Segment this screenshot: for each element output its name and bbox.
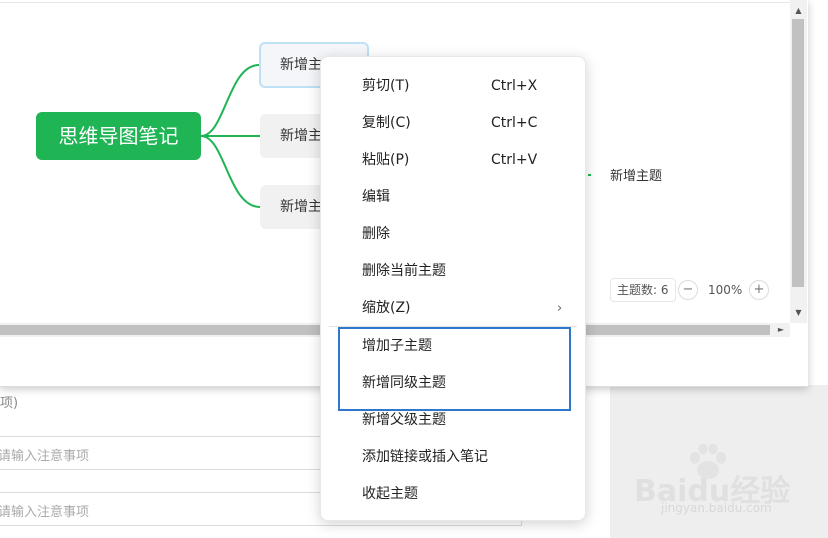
menu-item-zoom[interactable]: 缩放(Z) › (321, 290, 585, 327)
form-label: 项) (0, 396, 19, 411)
menu-item-shortcut: Ctrl+C (491, 115, 538, 131)
link-branch-3 (200, 135, 261, 208)
menu-item-shortcut: Ctrl+X (491, 78, 538, 94)
menu-item-paste[interactable]: 粘贴(P) Ctrl+V (321, 142, 585, 179)
zoom-level: 100% (708, 283, 743, 297)
annotation-highlight-box (338, 327, 571, 411)
menu-item-label: 缩放(Z) (362, 300, 411, 316)
menu-item-label: 删除 (362, 226, 390, 242)
watermark-url: jingyan.baidu.com (661, 501, 772, 515)
sub-topic-link (588, 174, 591, 176)
menu-item-copy[interactable]: 复制(C) Ctrl+C (321, 105, 585, 142)
vertical-scroll-thumb[interactable] (792, 19, 804, 287)
sub-topic[interactable]: 新增主题 (610, 165, 662, 184)
zoom-in-button[interactable]: + (749, 280, 769, 300)
menu-item-delete-current-topic[interactable]: 删除当前主题 (321, 253, 585, 290)
menu-item-edit[interactable]: 编辑 (321, 179, 585, 216)
menu-item-cut[interactable]: 剪切(T) Ctrl+X (321, 68, 585, 105)
topic-count-badge: 主题数: 6 (610, 278, 676, 302)
context-menu: 剪切(T) Ctrl+X 复制(C) Ctrl+C 粘贴(P) Ctrl+V 编… (320, 56, 586, 521)
menu-item-label: 收起主题 (362, 486, 418, 502)
scroll-right-icon[interactable]: ► (774, 323, 788, 337)
menu-item-delete[interactable]: 删除 (321, 216, 585, 253)
menu-item-label: 添加链接或插入笔记 (362, 449, 488, 465)
vertical-scrollbar[interactable]: ▲ ▼ (790, 0, 807, 323)
menu-item-label: 新增父级主题 (362, 412, 446, 428)
menu-item-collapse-topic[interactable]: 收起主题 (321, 476, 585, 513)
menu-item-label: 编辑 (362, 189, 390, 205)
menu-item-shortcut: Ctrl+V (491, 152, 538, 168)
link-branch-1 (200, 64, 260, 137)
scroll-down-icon[interactable]: ▼ (790, 304, 807, 321)
menu-item-label: 删除当前主题 (362, 263, 446, 279)
central-topic[interactable]: 思维导图笔记 (36, 112, 201, 160)
menu-item-label: 复制(C) (362, 115, 411, 131)
menu-item-label: 粘贴(P) (362, 152, 410, 168)
menu-item-add-link-or-note[interactable]: 添加链接或插入笔记 (321, 439, 585, 476)
chevron-right-icon: › (557, 301, 563, 316)
scroll-up-icon[interactable]: ▲ (790, 2, 807, 19)
zoom-out-button[interactable]: − (678, 280, 698, 300)
menu-item-label: 剪切(T) (362, 78, 410, 94)
